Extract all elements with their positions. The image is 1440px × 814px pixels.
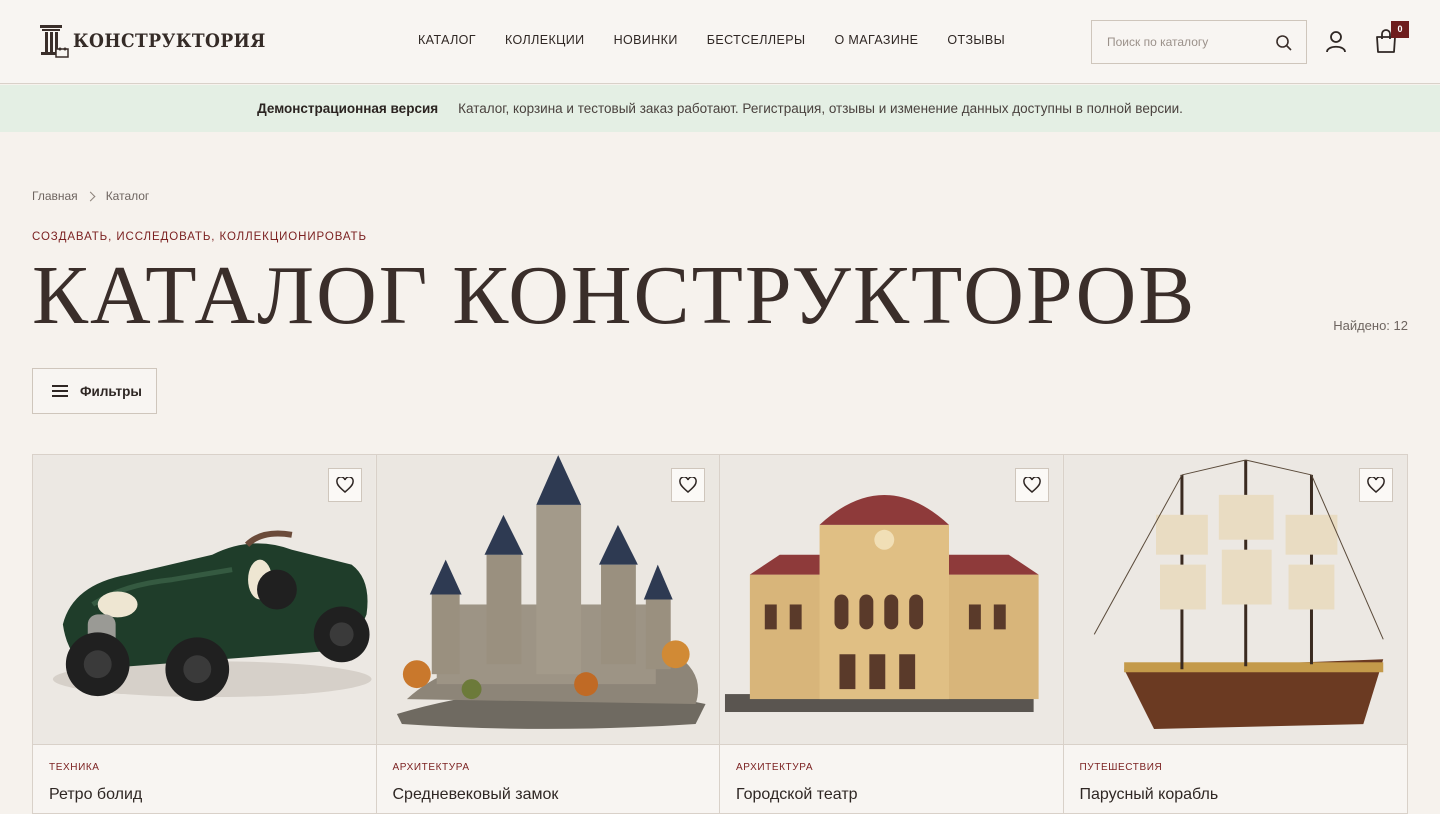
brand-name: КОНСТРУКТОРИЯ [73, 30, 266, 52]
nav-item-about[interactable]: О МАГАЗИНЕ [834, 33, 918, 47]
heart-icon [679, 477, 697, 493]
sailing-ship-image [1063, 455, 1407, 744]
breadcrumb-home[interactable]: Главная [32, 189, 78, 203]
product-image[interactable] [376, 455, 719, 745]
heart-icon [335, 477, 354, 493]
filters-label: Фильтры [80, 383, 142, 399]
breadcrumb: Главная Каталог [32, 189, 149, 203]
race-car-image [33, 455, 376, 744]
favorite-button[interactable] [671, 468, 705, 502]
theatre-image [720, 455, 1063, 744]
product-category: ПУТЕШЕСТВИЯ [1079, 762, 1163, 773]
site-header: КОНСТРУКТОРИЯ КАТАЛОГ КОЛЛЕКЦИИ НОВИНКИ … [0, 0, 1440, 84]
page-eyebrow: СОЗДАВАТЬ, ИССЛЕДОВАТЬ, КОЛЛЕКЦИОНИРОВАТ… [32, 231, 367, 243]
chevron-right-icon [85, 191, 96, 201]
product-card[interactable]: ТЕХНИКА Ретро болид [33, 455, 377, 813]
demo-notice-bar: Демонстрационная версия Каталог, корзина… [0, 85, 1440, 132]
product-name[interactable]: Средневековый замок [393, 786, 559, 804]
product-image[interactable] [33, 455, 376, 745]
favorite-button[interactable] [1014, 468, 1049, 502]
product-grid: ТЕХНИКА Ретро болид АРХИТЕКТУРА Средневе… [32, 454, 1408, 814]
castle-image [376, 455, 719, 744]
heart-icon [1022, 477, 1041, 493]
nav-item-bestsellers[interactable]: БЕСТСЕЛЛЕРЫ [707, 33, 806, 47]
brand-logo[interactable]: КОНСТРУКТОРИЯ [37, 22, 287, 60]
product-card[interactable]: ПУТЕШЕСТВИЯ Парусный корабль [1063, 455, 1407, 813]
product-image[interactable] [1063, 455, 1407, 745]
search-box [1091, 20, 1307, 64]
heart-icon [1367, 477, 1385, 493]
favorite-button[interactable] [1359, 468, 1393, 502]
demo-message: Каталог, корзина и тестовый заказ работа… [458, 101, 1183, 116]
cart-count-badge: 0 [1391, 21, 1409, 38]
user-icon[interactable] [1324, 29, 1348, 53]
product-name[interactable]: Городской театр [736, 786, 858, 804]
favorite-button[interactable] [327, 468, 362, 502]
column-logo-icon [40, 25, 69, 58]
product-category: ТЕХНИКА [49, 762, 100, 773]
nav-item-new[interactable]: НОВИНКИ [614, 33, 678, 47]
product-card[interactable]: АРХИТЕКТУРА Средневековый замок [376, 455, 720, 813]
nav-item-catalog[interactable]: КАТАЛОГ [418, 33, 476, 47]
results-count: Найдено: 12 [1333, 318, 1408, 333]
demo-title: Демонстрационная версия [257, 101, 439, 116]
product-name[interactable]: Ретро болид [49, 786, 142, 804]
search-input[interactable] [1092, 21, 1262, 63]
filters-button[interactable]: Фильтры [32, 368, 157, 414]
product-category: АРХИТЕКТУРА [736, 762, 814, 773]
product-card[interactable]: АРХИТЕКТУРА Городской театр [720, 455, 1064, 813]
product-category: АРХИТЕКТУРА [392, 762, 470, 773]
menu-icon [52, 385, 68, 397]
search-icon[interactable] [1275, 34, 1293, 52]
nav-item-collections[interactable]: КОЛЛЕКЦИИ [505, 33, 585, 47]
main-nav: КАТАЛОГ КОЛЛЕКЦИИ НОВИНКИ БЕСТСЕЛЛЕРЫ О … [418, 33, 1034, 47]
breadcrumb-current: Каталог [105, 189, 150, 203]
page-title: КАТАЛОГ КОНСТРУКТОРОВ [32, 249, 1197, 342]
nav-item-reviews[interactable]: ОТЗЫВЫ [947, 33, 1005, 47]
product-image[interactable] [720, 455, 1063, 745]
product-name[interactable]: Парусный корабль [1080, 786, 1219, 804]
